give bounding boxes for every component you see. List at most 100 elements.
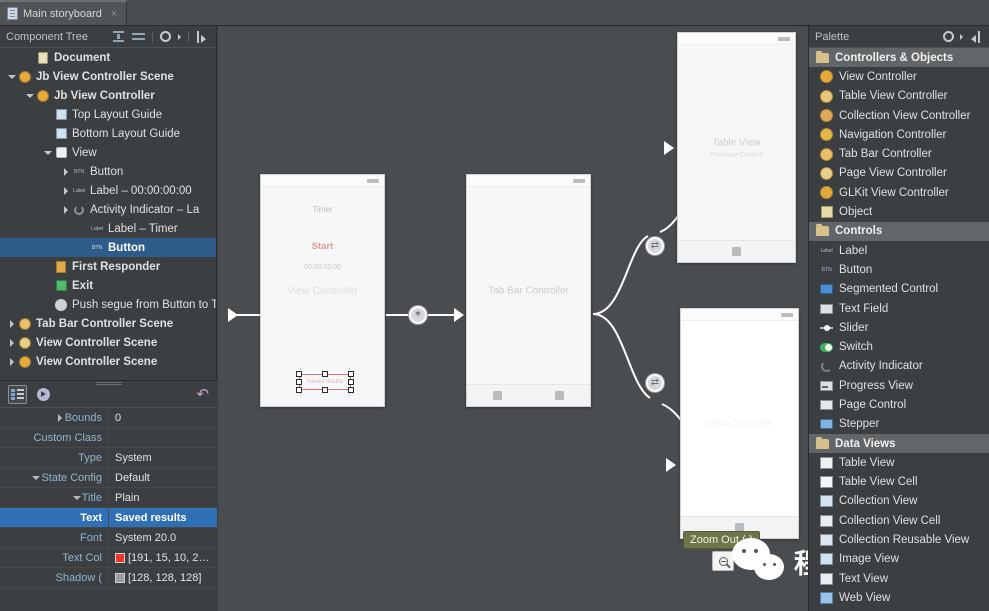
tree-item-bottom-layout-guide[interactable]: Bottom Layout Guide	[0, 124, 216, 143]
disclosure-triangle-down[interactable]	[24, 92, 36, 100]
segue-push-button-to-tab-bar[interactable]: ✶	[409, 306, 427, 324]
resize-handle-ml[interactable]	[296, 379, 302, 385]
palette-item-collection-reusable-view[interactable]: Collection Reusable View	[809, 530, 989, 549]
palette-item-page-control[interactable]: Page Control	[809, 395, 989, 414]
palette-item-table-view-cell[interactable]: Table View Cell	[809, 473, 989, 492]
relationship-segue-top[interactable]: ⇄	[646, 237, 664, 255]
palette-item-progress-view[interactable]: Progress View	[809, 376, 989, 395]
disclosure-triangle-right[interactable]	[60, 206, 72, 214]
property-value[interactable]: Saved results	[108, 508, 217, 527]
palette-item-label[interactable]: LabelLabel	[809, 241, 989, 260]
disclosure-triangle-right[interactable]	[58, 414, 62, 422]
expand-all-icon[interactable]	[112, 30, 125, 43]
tree-item-push-segue-from-button-to-t[interactable]: Push segue from Button to T	[0, 295, 216, 314]
chevron-down-icon[interactable]	[178, 34, 181, 40]
tree-item-exit[interactable]: Exit	[0, 276, 216, 295]
property-value[interactable]: [191, 15, 10, 2…	[108, 548, 217, 567]
scene-timer-view-controller[interactable]: Timer Start 00:00:00:00 View Controller …	[260, 174, 385, 407]
undo-icon[interactable]: ↶	[196, 387, 209, 402]
properties-grid-icon[interactable]	[8, 385, 27, 404]
property-row-text-col[interactable]: Text Col[191, 15, 10, 2…	[0, 548, 217, 568]
storyboard-canvas[interactable]: Timer Start 00:00:00:00 View Controller …	[218, 26, 808, 611]
tree-item-view[interactable]: View	[0, 143, 216, 162]
palette-item-controls[interactable]: Controls	[809, 222, 989, 241]
palette-item-segmented-control[interactable]: Segmented Control	[809, 280, 989, 299]
palette-item-controllers-objects[interactable]: Controllers & Objects	[809, 48, 989, 67]
disclosure-triangle-right[interactable]	[6, 339, 18, 347]
palette-item-slider[interactable]: Slider	[809, 318, 989, 337]
palette-item-glkit-view-controller[interactable]: GLKit View Controller	[809, 183, 989, 202]
selected-button-saved-results[interactable]: Saved results	[296, 371, 354, 393]
gear-icon-palette[interactable]	[943, 31, 954, 42]
tree-item-view-controller-scene[interactable]: View Controller Scene	[0, 352, 216, 371]
close-icon[interactable]: ×	[111, 8, 117, 20]
disclosure-triangle-right[interactable]	[6, 320, 18, 328]
property-value[interactable]: 0	[108, 408, 217, 427]
tab-bar-3-item-1[interactable]	[732, 247, 741, 256]
palette-item-collection-view-cell[interactable]: Collection View Cell	[809, 511, 989, 530]
jump-to-arrow-icon[interactable]	[37, 388, 50, 401]
property-row-text[interactable]: TextSaved results	[0, 508, 217, 528]
inspector-property-table[interactable]: Bounds0Custom ClassTypeSystemState Confi…	[0, 408, 217, 611]
palette-item-switch[interactable]: Switch	[809, 337, 989, 356]
scene-tab-bar-controller[interactable]: Tab Bar Controller	[466, 174, 591, 407]
color-swatch[interactable]	[115, 573, 125, 583]
property-value[interactable]: [128, 128, 128]	[108, 568, 217, 587]
palette-item-page-view-controller[interactable]: Page View Controller	[809, 164, 989, 183]
palette-item-web-view[interactable]: Web View	[809, 588, 989, 607]
tree-item-tab-bar-controller-scene[interactable]: Tab Bar Controller Scene	[0, 314, 216, 333]
tree-item-jb-view-controller[interactable]: Jb View Controller	[0, 86, 216, 105]
palette-item-button[interactable]: BTNButton	[809, 260, 989, 279]
tab-bar-item-2[interactable]	[555, 391, 564, 400]
palette-item-table-view[interactable]: Table View	[809, 453, 989, 472]
disclosure-triangle-down[interactable]	[73, 496, 81, 500]
palette-item-text-view[interactable]: Text View	[809, 569, 989, 588]
property-value[interactable]: System	[108, 448, 217, 467]
property-value[interactable]: System 20.0	[108, 528, 217, 547]
disclosure-triangle-down[interactable]	[6, 73, 18, 81]
palette-item-stepper[interactable]: Stepper	[809, 415, 989, 434]
chevron-down-icon-palette[interactable]	[960, 34, 963, 40]
palette-item-navigation-controller[interactable]: Navigation Controller	[809, 125, 989, 144]
color-swatch[interactable]	[115, 553, 125, 563]
disclosure-triangle-down[interactable]	[42, 149, 54, 157]
property-value[interactable]: Default	[108, 468, 217, 487]
scene-plain-view-controller[interactable]: View Controller	[680, 308, 799, 539]
property-value[interactable]: Plain	[108, 488, 217, 507]
tab-bar-item-1[interactable]	[493, 391, 502, 400]
palette-item-table-view-controller[interactable]: Table View Controller	[809, 87, 989, 106]
tree-item-button[interactable]: BTNButton	[0, 238, 216, 257]
palette-list[interactable]: Controllers & ObjectsView ControllerTabl…	[809, 48, 989, 611]
disclosure-triangle-right[interactable]	[6, 358, 18, 366]
palette-item-object[interactable]: Object	[809, 202, 989, 221]
scene1-start-button[interactable]: Start	[261, 241, 384, 252]
palette-item-view-controller[interactable]: View Controller	[809, 67, 989, 86]
palette-item-tab-bar-controller[interactable]: Tab Bar Controller	[809, 144, 989, 163]
scene-table-view-controller[interactable]: Table View Prototype Content	[677, 32, 796, 263]
tree-item-button[interactable]: BTNButton	[0, 162, 216, 181]
resize-handle-mr[interactable]	[348, 379, 354, 385]
property-row-type[interactable]: TypeSystem	[0, 448, 217, 468]
disclosure-triangle-right[interactable]	[60, 187, 72, 195]
property-row-font[interactable]: FontSystem 20.0	[0, 528, 217, 548]
property-row-custom-class[interactable]: Custom Class	[0, 428, 217, 448]
zoom-out-button[interactable]	[712, 551, 734, 571]
resize-handle-br[interactable]	[348, 387, 354, 393]
property-row-state-config[interactable]: State ConfigDefault	[0, 468, 217, 488]
resize-handle-tl[interactable]	[296, 371, 302, 377]
tab-bar-3[interactable]	[678, 240, 795, 262]
tree-item-label-00-00-00-00[interactable]: LabelLabel – 00:00:00:00	[0, 181, 216, 200]
palette-item-collection-view[interactable]: Collection View	[809, 492, 989, 511]
tree-item-activity-indicator-la[interactable]: Activity Indicator – La	[0, 200, 216, 219]
resize-handle-tr[interactable]	[348, 371, 354, 377]
palette-item-collection-view-controller[interactable]: Collection View Controller	[809, 106, 989, 125]
panel-resize-grip[interactable]	[96, 382, 122, 385]
scroll-to-source-icon[interactable]	[196, 31, 208, 43]
palette-item-data-views[interactable]: Data Views	[809, 434, 989, 453]
relationship-segue-bottom[interactable]: ⇄	[646, 374, 664, 392]
resize-handle-bc[interactable]	[322, 387, 328, 393]
palette-item-image-view[interactable]: Image View	[809, 550, 989, 569]
tree-item-label-timer[interactable]: LabelLabel – Timer	[0, 219, 216, 238]
tree-item-jb-view-controller-scene[interactable]: Jb View Controller Scene	[0, 67, 216, 86]
property-value[interactable]	[108, 428, 217, 447]
